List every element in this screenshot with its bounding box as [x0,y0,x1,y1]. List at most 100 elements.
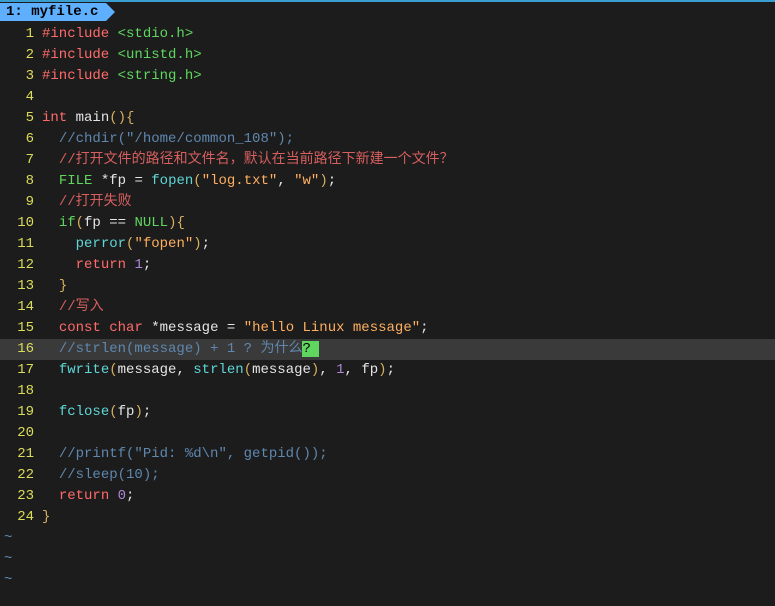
token-id: fp [109,173,134,189]
token-op: ; [143,257,151,273]
token-kw: int [42,110,67,126]
editor-area[interactable]: 1#include <stdio.h>2#include <unistd.h>3… [0,22,775,593]
code-line[interactable]: 15 const char *message = "hello Linux me… [0,318,775,339]
token-id [109,488,117,504]
token-id [42,173,59,189]
token-op: , [319,362,336,378]
token-fn: fopen [151,173,193,189]
line-code[interactable]: fclose(fp); [42,402,775,423]
token-id: fp [84,215,109,231]
token-id [42,404,59,420]
line-code[interactable]: #include <string.h> [42,66,775,87]
line-code[interactable]: } [42,276,775,297]
code-line[interactable]: 17 fwrite(message, strlen(message), 1, f… [0,360,775,381]
token-fn: perror [76,236,126,252]
code-line[interactable]: 21 //printf("Pid: %d\n", getpid()); [0,444,775,465]
code-line[interactable]: 3#include <string.h> [0,66,775,87]
code-line[interactable]: 10 if(fp == NULL){ [0,213,775,234]
code-line[interactable]: 9 //打开失败 [0,192,775,213]
token-str: "w" [294,173,319,189]
line-code[interactable]: //打开文件的路径和文件名，默认在当前路径下新建一个文件？ [42,150,775,171]
line-number: 15 [0,318,42,339]
code-line[interactable]: 19 fclose(fp); [0,402,775,423]
empty-line-tilde: ~ [0,528,775,549]
code-line[interactable]: 12 return 1; [0,255,775,276]
token-op: ; [143,404,151,420]
code-line[interactable]: 23 return 0; [0,486,775,507]
code-line[interactable]: 13 } [0,276,775,297]
line-number: 1 [0,24,42,45]
code-line[interactable]: 5int main(){ [0,108,775,129]
code-line[interactable]: 2#include <unistd.h> [0,45,775,66]
token-fn: strlen [193,362,243,378]
code-line[interactable]: 11 perror("fopen"); [0,234,775,255]
empty-line-tilde: ~ [0,570,775,591]
tab-bar: 1: myfile.c [0,2,775,22]
line-code[interactable]: } [42,507,775,528]
line-number: 24 [0,507,42,528]
line-code[interactable]: #include <unistd.h> [42,45,775,66]
token-pn: } [42,509,50,525]
line-number: 10 [0,213,42,234]
line-code[interactable]: //打开失败 [42,192,775,213]
line-code[interactable]: //sleep(10); [42,465,775,486]
token-id [235,320,243,336]
token-id: fp [361,362,378,378]
line-number: 19 [0,402,42,423]
token-id [42,236,76,252]
token-str: "hello Linux message" [244,320,420,336]
line-code[interactable]: return 1; [42,255,775,276]
line-number: 5 [0,108,42,129]
token-pn: (){ [109,110,134,126]
line-code[interactable]: //printf("Pid: %d\n", getpid()); [42,444,775,465]
token-id: message [252,362,311,378]
token-hdr: <stdio.h> [118,26,194,42]
line-code[interactable]: int main(){ [42,108,775,129]
line-code[interactable]: #include <stdio.h> [42,24,775,45]
line-code[interactable]: //chdir("/home/common_108"); [42,129,775,150]
line-number: 22 [0,465,42,486]
line-number: 23 [0,486,42,507]
line-code[interactable]: perror("fopen"); [42,234,775,255]
code-line[interactable]: 20 [0,423,775,444]
line-number: 2 [0,45,42,66]
line-code[interactable]: const char *message = "hello Linux messa… [42,318,775,339]
token-id [42,152,59,168]
code-line[interactable]: 16 //strlen(message) + 1 ? 为什么? [0,339,775,360]
token-pn: ) [193,236,201,252]
code-line[interactable]: 1#include <stdio.h> [0,24,775,45]
line-number: 8 [0,171,42,192]
line-code[interactable]: if(fp == NULL){ [42,213,775,234]
code-line[interactable]: 24} [0,507,775,528]
line-code[interactable]: fwrite(message, strlen(message), 1, fp); [42,360,775,381]
code-line[interactable]: 14 //写入 [0,297,775,318]
token-op: = [134,173,142,189]
token-pn: ( [76,215,84,231]
line-code[interactable] [42,423,775,444]
token-kw: return [76,257,126,273]
line-number: 7 [0,150,42,171]
code-line[interactable]: 6 //chdir("/home/common_108"); [0,129,775,150]
code-line[interactable]: 8 FILE *fp = fopen("log.txt", "w"); [0,171,775,192]
code-line[interactable]: 22 //sleep(10); [0,465,775,486]
token-id [42,299,59,315]
code-line[interactable]: 18 [0,381,775,402]
line-number: 9 [0,192,42,213]
line-code[interactable] [42,87,775,108]
token-pn: ) [134,404,142,420]
code-line[interactable]: 7 //打开文件的路径和文件名，默认在当前路径下新建一个文件？ [0,150,775,171]
line-code[interactable]: //写入 [42,297,775,318]
line-code[interactable]: return 0; [42,486,775,507]
token-id: fp [118,404,135,420]
token-pn: ( [109,362,117,378]
line-number: 3 [0,66,42,87]
token-id [42,215,59,231]
token-fn: fwrite [59,362,109,378]
tab-file[interactable]: 1: myfile.c [0,3,106,21]
token-pn: } [59,278,67,294]
line-code[interactable]: //strlen(message) + 1 ? 为什么? [42,339,775,360]
token-hdr: <unistd.h> [118,47,202,63]
line-code[interactable] [42,381,775,402]
code-line[interactable]: 4 [0,87,775,108]
line-code[interactable]: FILE *fp = fopen("log.txt", "w"); [42,171,775,192]
